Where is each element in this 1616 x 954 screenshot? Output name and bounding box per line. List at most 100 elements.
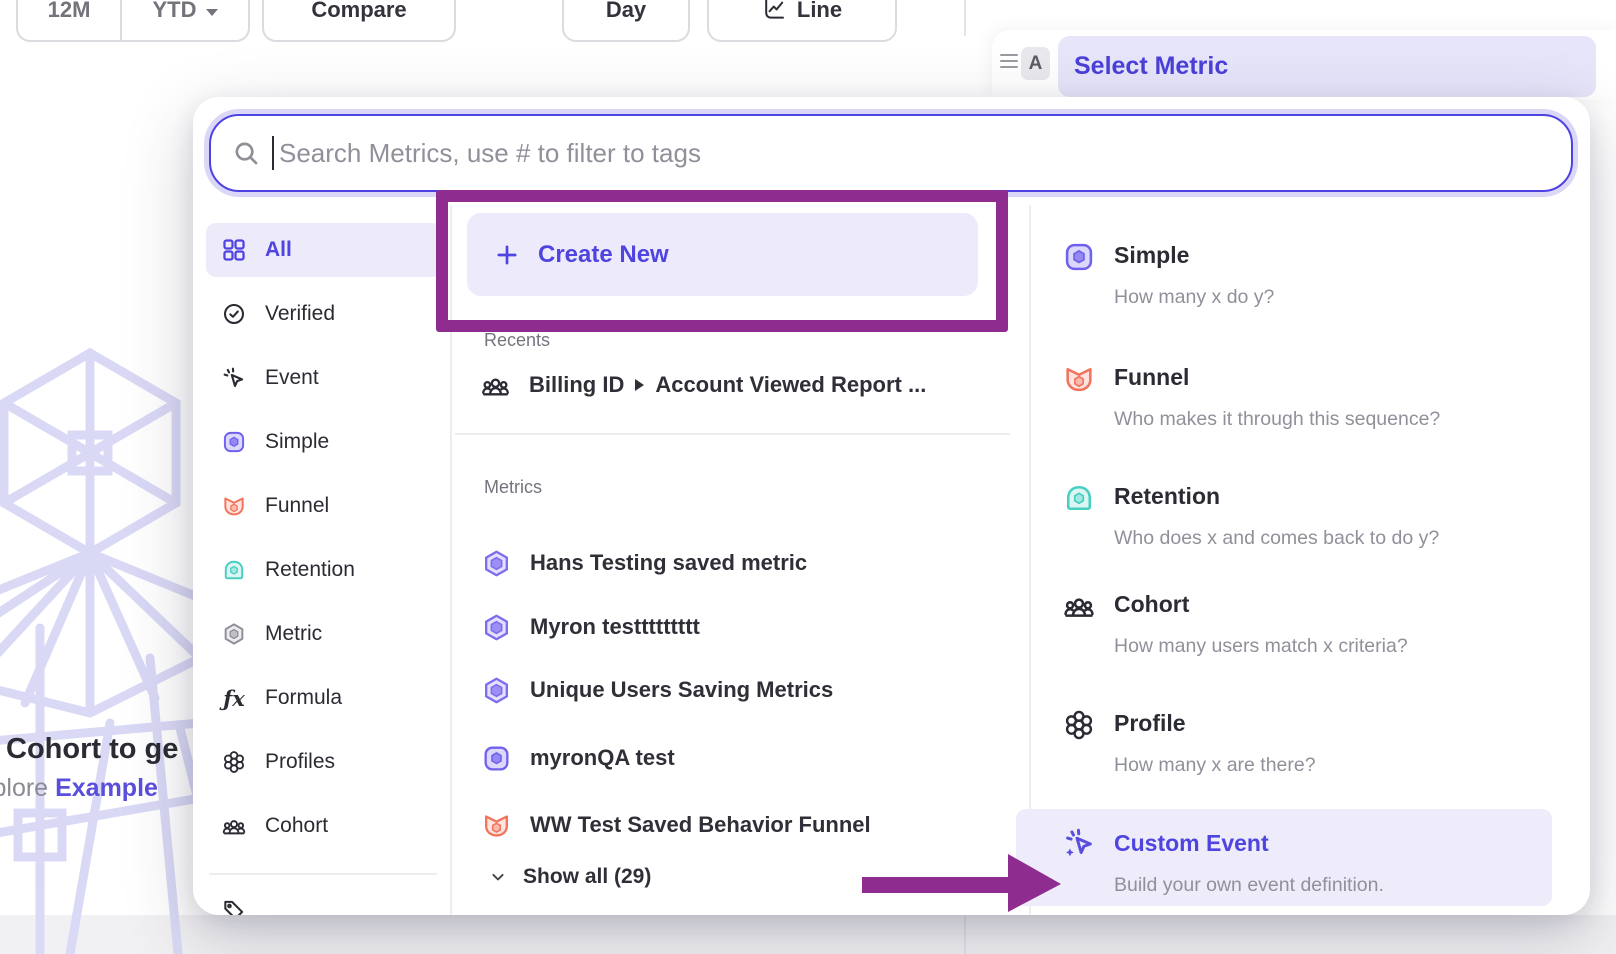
metric-list-item[interactable]: Myron testtttttttt bbox=[481, 605, 700, 649]
type-option-simple[interactable]: Simple How many x do y? bbox=[1062, 240, 1562, 310]
sidebar-item-metric[interactable]: Metric bbox=[206, 607, 442, 661]
recents-divider bbox=[455, 433, 1010, 435]
funnel-icon bbox=[481, 810, 512, 841]
simple-metric-icon bbox=[481, 743, 512, 774]
compare-label: Compare bbox=[311, 0, 406, 23]
date-range-segmented-control[interactable]: 12M YTD bbox=[16, 0, 250, 42]
type-description: How many x are there? bbox=[1114, 753, 1562, 778]
sidebar-item-funnel[interactable]: Funnel bbox=[206, 479, 442, 533]
recent-source: Billing ID bbox=[529, 372, 624, 398]
recent-item[interactable]: Billing ID Account Viewed Report ... bbox=[480, 365, 926, 405]
show-all-label: Show all (29) bbox=[523, 865, 651, 889]
sidebar-bottom-divider bbox=[209, 873, 437, 875]
simple-metric-icon bbox=[1062, 240, 1096, 274]
empty-state-explore-line: xploreExample bbox=[0, 774, 158, 803]
range-12m-label: 12M bbox=[48, 0, 91, 23]
profiles-icon bbox=[221, 749, 247, 775]
chevron-down-icon bbox=[206, 9, 218, 16]
metric-list-item[interactable]: WW Test Saved Behavior Funnel bbox=[481, 803, 871, 847]
line-label: Line bbox=[797, 0, 842, 23]
metric-item-label: Myron testtttttttt bbox=[530, 614, 700, 640]
hexagon-purple-icon bbox=[481, 548, 512, 579]
sidebar-item-label: Simple bbox=[265, 430, 329, 454]
metric-item-label: Hans Testing saved metric bbox=[530, 550, 807, 576]
metric-hexagon-icon bbox=[221, 621, 247, 647]
annotation-highlight-box bbox=[436, 190, 1008, 332]
grid-icon bbox=[221, 237, 247, 263]
series-letter-badge[interactable]: A bbox=[1021, 47, 1050, 80]
profiles-icon bbox=[1062, 708, 1096, 742]
metric-item-label: Unique Users Saving Metrics bbox=[530, 677, 833, 703]
text-cursor bbox=[272, 136, 274, 170]
series-letter: A bbox=[1029, 53, 1043, 75]
sidebar-item-label: Funnel bbox=[265, 494, 329, 518]
select-metric-button[interactable]: Select Metric bbox=[1058, 36, 1596, 97]
show-all-button[interactable]: Show all (29) bbox=[488, 865, 651, 889]
funnel-icon bbox=[221, 493, 247, 519]
type-option-custom-event[interactable]: Custom Event Build your own event defini… bbox=[1062, 828, 1562, 898]
type-description: Who does x and comes back to do y? bbox=[1114, 526, 1562, 551]
chevron-down-icon bbox=[488, 867, 508, 887]
type-description: Who makes it through this sequence? bbox=[1114, 407, 1562, 432]
sidebar-item-label: Profiles bbox=[265, 750, 335, 774]
type-description: Build your own event definition. bbox=[1114, 873, 1562, 898]
cohort-icon bbox=[480, 370, 511, 401]
metrics-section-label: Metrics bbox=[484, 477, 542, 498]
sidebar-item-label: Formula bbox=[265, 686, 342, 710]
sidebar-item-cohort[interactable]: Cohort bbox=[206, 799, 442, 853]
metric-item-label: WW Test Saved Behavior Funnel bbox=[530, 812, 871, 838]
sidebar-item-label: Metric bbox=[265, 622, 322, 646]
empty-state-headline-fragment: Cohort to ge bbox=[6, 733, 178, 766]
hexagon-purple-icon bbox=[481, 612, 512, 643]
sidebar-item-all[interactable]: All bbox=[206, 223, 442, 277]
drag-handle-icon[interactable] bbox=[1000, 54, 1018, 68]
type-title: Profile bbox=[1114, 708, 1562, 738]
compare-button[interactable]: Compare bbox=[262, 0, 456, 42]
type-option-retention[interactable]: Retention Who does x and comes back to d… bbox=[1062, 481, 1562, 551]
arrow-right-icon bbox=[635, 379, 644, 391]
sidebar-item-formula[interactable]: ƒx Formula bbox=[206, 671, 442, 725]
recent-item-label: Billing ID Account Viewed Report ... bbox=[529, 372, 926, 398]
range-ytd-button[interactable]: YTD bbox=[122, 0, 248, 40]
tag-icon bbox=[221, 897, 247, 915]
type-title: Simple bbox=[1114, 240, 1562, 270]
recent-target: Account Viewed Report ... bbox=[655, 372, 926, 398]
day-label: Day bbox=[606, 0, 646, 23]
metric-list-item[interactable]: Unique Users Saving Metrics bbox=[481, 668, 833, 712]
empty-state-wireframe-illustration bbox=[0, 328, 200, 954]
metric-list-item[interactable]: myronQA test bbox=[481, 736, 675, 780]
metric-item-label: myronQA test bbox=[530, 745, 675, 771]
sidebar-item-label: All bbox=[265, 238, 292, 262]
retention-icon bbox=[1062, 481, 1096, 515]
annotation-arrow-icon bbox=[858, 850, 1063, 914]
type-description: How many users match x criteria? bbox=[1114, 634, 1562, 659]
range-12m-button[interactable]: 12M bbox=[18, 0, 120, 40]
event-cursor-icon bbox=[221, 365, 247, 391]
search-input[interactable] bbox=[209, 114, 1573, 192]
type-option-funnel[interactable]: Funnel Who makes it through this sequenc… bbox=[1062, 362, 1562, 432]
sidebar-item-event[interactable]: Event bbox=[206, 351, 442, 405]
simple-metric-icon bbox=[221, 429, 247, 455]
sidebar-item-profiles[interactable]: Profiles bbox=[206, 735, 442, 789]
sidebar-item-simple[interactable]: Simple bbox=[206, 415, 442, 469]
chart-type-line-button[interactable]: Line bbox=[707, 0, 897, 42]
metric-list-item[interactable]: Hans Testing saved metric bbox=[481, 541, 807, 585]
type-option-cohort[interactable]: Cohort How many users match x criteria? bbox=[1062, 589, 1562, 659]
custom-event-icon bbox=[1062, 828, 1096, 862]
sidebar-item-label: Event bbox=[265, 366, 319, 390]
type-option-profile[interactable]: Profile How many x are there? bbox=[1062, 708, 1562, 778]
sidebar-item-verified[interactable]: Verified bbox=[206, 287, 442, 341]
type-title: Cohort bbox=[1114, 589, 1562, 619]
type-title: Funnel bbox=[1114, 362, 1562, 392]
granularity-day-button[interactable]: Day bbox=[562, 0, 690, 42]
cohort-icon bbox=[221, 813, 247, 839]
hexagon-purple-icon bbox=[481, 675, 512, 706]
example-link[interactable]: Example bbox=[55, 774, 158, 802]
search-bar bbox=[209, 114, 1573, 192]
sidebar-item-label: Retention bbox=[265, 558, 355, 582]
sidebar-item-retention[interactable]: Retention bbox=[206, 543, 442, 597]
page-footer-area bbox=[0, 915, 1616, 954]
line-chart-icon bbox=[762, 0, 786, 22]
sidebar-item-label: Verified bbox=[265, 302, 335, 326]
type-title: Retention bbox=[1114, 481, 1562, 511]
